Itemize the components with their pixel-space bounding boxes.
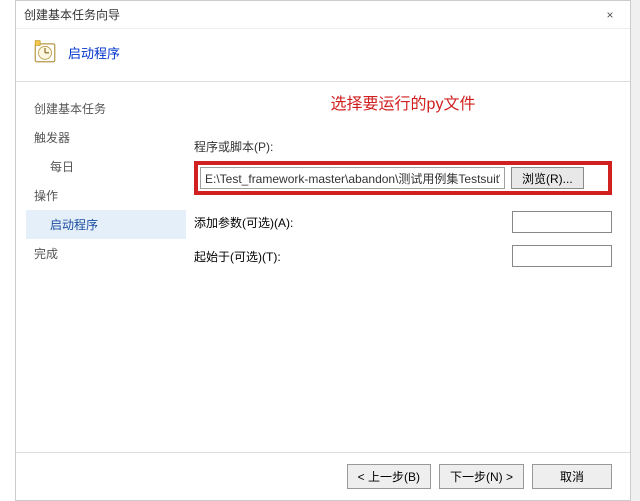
dialog-footer: < 上一步(B) 下一步(N) > 取消 [16, 452, 630, 500]
args-label: 添加参数(可选)(A): [194, 214, 324, 231]
clock-icon [32, 39, 58, 65]
script-label: 程序或脚本(P): [194, 138, 612, 155]
back-button[interactable]: < 上一步(B) [347, 464, 431, 489]
close-icon: × [606, 8, 613, 22]
wizard-content: 选择要运行的py文件 程序或脚本(P): 浏览(R)... 添加参数(可选)(A… [186, 82, 630, 452]
dialog-heading: 启动程序 [68, 43, 120, 62]
close-button[interactable]: × [590, 1, 630, 29]
titlebar-title: 创建基本任务向导 [24, 6, 622, 23]
cancel-button[interactable]: 取消 [532, 464, 612, 489]
next-button[interactable]: 下一步(N) > [439, 464, 524, 489]
sidebar-item-trigger[interactable]: 触发器 [26, 123, 186, 152]
args-input[interactable] [512, 211, 612, 233]
startin-label: 起始于(可选)(T): [194, 248, 324, 265]
script-input[interactable] [200, 167, 505, 189]
startin-input[interactable] [512, 245, 612, 267]
dialog-window: 创建基本任务向导 × 启动程序 创建基本任务 触发器 每日 操作 启动程序 完成 [15, 0, 631, 501]
titlebar: 创建基本任务向导 × [16, 1, 630, 29]
wizard-sidebar: 创建基本任务 触发器 每日 操作 启动程序 完成 [16, 82, 186, 452]
sidebar-item-action[interactable]: 操作 [26, 181, 186, 210]
sidebar-item-basic-task[interactable]: 创建基本任务 [26, 94, 186, 123]
sidebar-item-start-program[interactable]: 启动程序 [26, 210, 186, 239]
dialog-header: 启动程序 [16, 29, 630, 82]
annotation-text: 选择要运行的py文件 [194, 90, 612, 114]
script-highlight-box: 浏览(R)... [194, 161, 612, 195]
sidebar-item-finish[interactable]: 完成 [26, 239, 186, 268]
sidebar-item-daily[interactable]: 每日 [26, 152, 186, 181]
browse-button[interactable]: 浏览(R)... [511, 167, 584, 189]
dialog-body: 创建基本任务 触发器 每日 操作 启动程序 完成 选择要运行的py文件 程序或脚… [16, 82, 630, 452]
